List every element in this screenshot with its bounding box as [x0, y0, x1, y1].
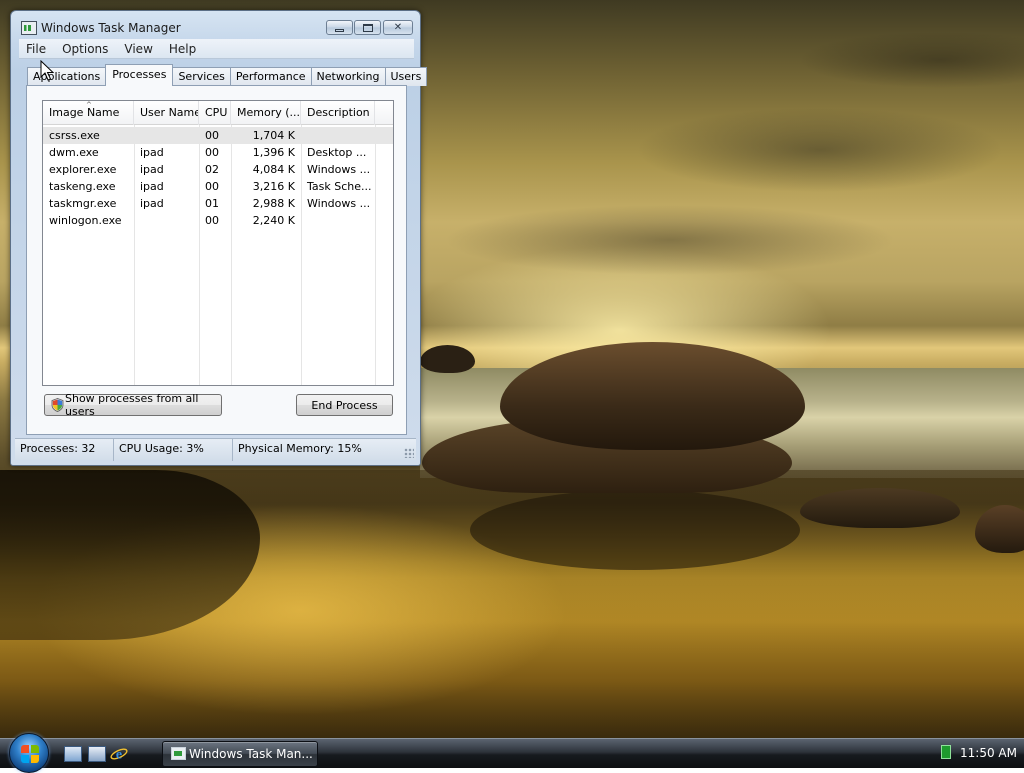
cell-image-name: explorer.exe — [49, 163, 117, 176]
menu-help[interactable]: Help — [161, 42, 204, 56]
cell-memory: 2,988 K — [252, 197, 295, 210]
wallpaper-clouds — [420, 0, 1024, 330]
process-list-body: csrss.exe 00 1,704 K dwm.exe ipad 00 1,3… — [43, 127, 393, 229]
task-manager-icon — [171, 747, 186, 760]
wallpaper-rock — [420, 345, 475, 373]
cell-cpu: 00 — [205, 129, 219, 142]
table-row[interactable]: csrss.exe 00 1,704 K — [43, 127, 393, 144]
cell-user-name — [134, 127, 199, 144]
cell-user-name: ipad — [140, 180, 164, 193]
mouse-cursor-icon — [40, 60, 54, 81]
table-row[interactable]: explorer.exe ipad 02 4,084 K Windows ... — [43, 161, 393, 178]
start-button[interactable] — [9, 733, 49, 773]
column-memory[interactable]: Memory (... — [231, 101, 301, 125]
wallpaper-rock-reflection — [470, 490, 800, 570]
task-manager-window[interactable]: Windows Task Manager ✕ File Options View… — [10, 10, 428, 466]
close-icon: ✕ — [393, 22, 403, 33]
cell-image-name: winlogon.exe — [49, 214, 122, 227]
status-bar: Processes: 32 CPU Usage: 3% Physical Mem… — [15, 438, 416, 461]
maximize-icon — [362, 23, 373, 32]
table-row[interactable]: winlogon.exe 00 2,240 K — [43, 212, 393, 229]
tab-services[interactable]: Services — [172, 67, 231, 86]
windows-logo-icon — [21, 745, 39, 763]
svg-text:e: e — [116, 748, 122, 763]
column-image-name[interactable]: ^ Image Name — [43, 101, 134, 125]
cell-description — [301, 212, 375, 229]
cell-memory: 4,084 K — [252, 163, 295, 176]
cell-memory: 1,704 K — [252, 129, 295, 142]
cell-memory: 1,396 K — [252, 146, 295, 159]
cell-image-name: csrss.exe — [49, 129, 100, 142]
cell-user-name: ipad — [140, 146, 164, 159]
cell-user-name — [134, 212, 199, 229]
cell-cpu: 02 — [205, 163, 219, 176]
cell-description: Desktop ... — [307, 146, 367, 159]
taskbar-button-task-manager[interactable]: Windows Task Man... — [162, 741, 318, 767]
status-process-count: Processes: 32 — [15, 439, 114, 461]
tab-applications[interactable]: Applications — [27, 67, 107, 86]
process-list[interactable]: ^ Image Name User Name CPU Memory (... D… — [42, 100, 394, 386]
cell-description: Windows ... — [307, 197, 371, 210]
taskbar: e Windows Task Man... 11:50 AM — [0, 733, 1024, 773]
window-title: Windows Task Manager — [41, 21, 181, 35]
processes-panel: ^ Image Name User Name CPU Memory (... D… — [26, 85, 407, 435]
cell-user-name: ipad — [140, 197, 164, 210]
column-description[interactable]: Description — [301, 101, 375, 125]
tab-processes[interactable]: Processes — [105, 64, 174, 86]
cell-description: Task Sche... — [307, 180, 372, 193]
switch-windows-icon[interactable] — [88, 746, 106, 762]
taskbar-button-label: Windows Task Man... — [189, 747, 313, 761]
show-desktop-icon[interactable] — [64, 746, 82, 762]
tab-strip: Applications Processes Services Performa… — [27, 64, 428, 86]
cell-cpu: 01 — [205, 197, 219, 210]
cell-memory: 3,216 K — [252, 180, 295, 193]
minimize-button[interactable] — [326, 20, 353, 35]
process-list-header: ^ Image Name User Name CPU Memory (... D… — [43, 101, 393, 125]
cell-cpu: 00 — [205, 146, 219, 159]
menu-view[interactable]: View — [116, 42, 160, 56]
show-all-processes-button[interactable]: Show processes from all users — [44, 392, 222, 418]
tab-networking[interactable]: Networking — [310, 67, 386, 86]
cell-image-name: taskmgr.exe — [49, 197, 117, 210]
system-clock[interactable]: 11:50 AM — [960, 739, 1017, 769]
table-row[interactable]: taskmgr.exe ipad 01 2,988 K Windows ... — [43, 195, 393, 212]
resize-grip-icon[interactable] — [404, 448, 414, 458]
column-cpu[interactable]: CPU — [199, 101, 231, 125]
minimize-icon — [335, 28, 344, 32]
task-manager-icon — [21, 21, 37, 35]
cell-image-name: taskeng.exe — [49, 180, 116, 193]
tab-performance[interactable]: Performance — [229, 67, 312, 86]
menu-file[interactable]: File — [19, 42, 54, 56]
show-all-processes-label: Show processes from all users — [65, 392, 199, 418]
internet-explorer-icon[interactable]: e — [110, 745, 128, 763]
end-process-button[interactable]: End Process — [296, 394, 393, 416]
cell-cpu: 00 — [205, 180, 219, 193]
cell-memory: 2,240 K — [252, 214, 295, 227]
cell-description — [301, 127, 375, 144]
column-user-name[interactable]: User Name — [134, 101, 199, 125]
close-button[interactable]: ✕ — [383, 20, 413, 35]
table-row[interactable]: taskeng.exe ipad 00 3,216 K Task Sche... — [43, 178, 393, 195]
cell-cpu: 00 — [205, 214, 219, 227]
cell-image-name: dwm.exe — [49, 146, 99, 159]
column-label: Image Name — [49, 106, 120, 119]
wallpaper-rock — [800, 488, 960, 528]
sort-ascending-icon: ^ — [86, 101, 92, 109]
table-row[interactable]: dwm.exe ipad 00 1,396 K Desktop ... — [43, 144, 393, 161]
shield-icon — [51, 398, 64, 412]
menu-options[interactable]: Options — [54, 42, 116, 56]
cpu-meter-tray-icon[interactable] — [941, 745, 951, 759]
status-cpu-usage: CPU Usage: 3% — [114, 439, 233, 461]
cell-description: Windows ... — [307, 163, 371, 176]
tab-users[interactable]: Users — [384, 67, 428, 86]
wallpaper-rock — [500, 342, 805, 450]
menu-bar: File Options View Help — [19, 39, 414, 59]
cell-user-name: ipad — [140, 163, 164, 176]
status-physical-memory: Physical Memory: 15% — [238, 442, 362, 455]
maximize-button[interactable] — [354, 20, 381, 35]
